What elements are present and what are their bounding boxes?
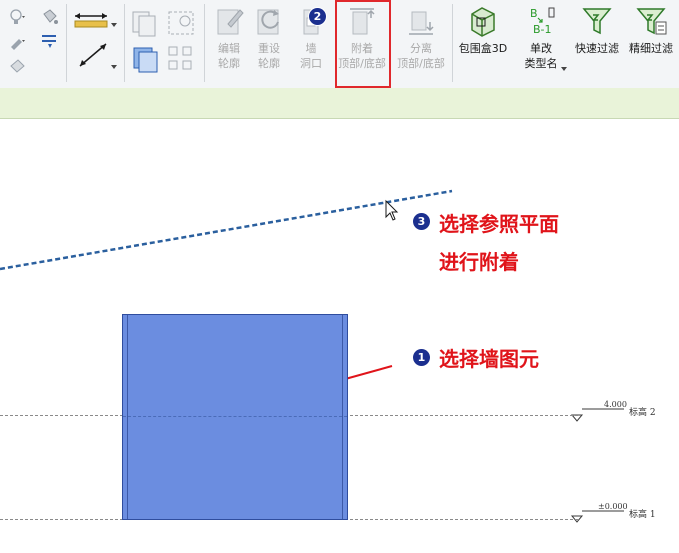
brush-icon[interactable] [8,32,28,50]
context-bar [0,88,679,119]
ribbon-panel: 编辑 轮廓 重设 轮廓 墙 洞口 附着 顶部/底部 分离 顶部/底部 包围盒3D… [0,0,679,89]
mouse-cursor-icon [385,199,399,221]
level-1-name: 标高 1 [629,510,656,520]
edit-profile-label-2: 轮廓 [218,57,240,70]
step-1-badge: 1 [413,349,430,366]
bounding-box-label: 包围盒3D [458,42,508,55]
edit-profile-label-1: 编辑 [218,42,240,55]
group-icon [166,8,196,38]
create-similar-icon [130,8,160,38]
wall-opening-label-2: 洞口 [300,57,322,70]
aligned-dimension-icon[interactable] [72,8,112,28]
rename-type-icon: B B-1 [530,7,555,36]
quick-filter-label: 快速过滤 [575,42,619,55]
fine-filter-button[interactable]: 精细过滤 [624,4,678,82]
detach-label-2: 顶部/底部 [397,57,445,70]
eraser-icon[interactable] [8,56,28,74]
parts-icon[interactable] [130,44,160,74]
paint-bucket-icon[interactable] [40,8,60,26]
reference-plane[interactable] [0,189,453,271]
rename-icon-bottom: B-1 [533,23,552,36]
detach-top-base-button[interactable]: 分离 顶部/底部 [392,4,450,82]
attach-highlight-box [335,0,391,88]
reset-profile-label-1: 重设 [258,42,280,55]
detach-top-base-icon [409,11,434,35]
dropdown-arrow-icon[interactable] [560,58,568,76]
fine-filter-label: 精细过滤 [629,42,673,55]
step-3-badge: 3 [413,213,430,230]
join-list-icon[interactable] [40,32,60,50]
rename-icon-top: B [530,7,538,20]
array-icon [166,44,196,74]
step-3-text-line-1: 选择参照平面 [439,212,559,236]
funnel-icon [582,8,612,35]
level-2-name: 标高 2 [629,408,656,418]
fine-funnel-icon [636,8,667,35]
dropdown-arrow-icon[interactable] [110,56,118,74]
rename-type-button[interactable]: B B-1 单改 类型名 [516,4,566,82]
wall-element[interactable] [122,314,348,520]
edit-profile-icon [217,9,244,35]
edit-profile-button[interactable]: 编辑 轮廓 [208,4,250,82]
detach-label-1: 分离 [410,42,432,55]
reset-profile-icon [257,9,279,35]
step-2-badge: 2 [309,8,326,25]
dropdown-arrow-icon[interactable] [110,14,118,32]
reset-profile-label-2: 轮廓 [258,57,280,70]
step-1-text: 选择墙图元 [439,347,539,371]
level-2-elevation: 4.000 [604,400,627,409]
rename-type-label-1: 单改 [530,42,552,55]
bounding-box-3d-icon [471,7,495,37]
lightbulb-icon[interactable] [8,8,28,26]
step-3-text-line-2: 进行附着 [439,250,519,274]
quick-filter-button[interactable]: 快速过滤 [570,4,624,82]
bounding-box-3d-button[interactable]: 包围盒3D [454,4,512,82]
reset-profile-button[interactable]: 重设 轮廓 [248,4,290,82]
wall-opening-label-1: 墙 [305,42,317,55]
rename-type-label-2: 类型名 [524,57,558,70]
level-1-elevation: ±0.000 [598,502,628,511]
